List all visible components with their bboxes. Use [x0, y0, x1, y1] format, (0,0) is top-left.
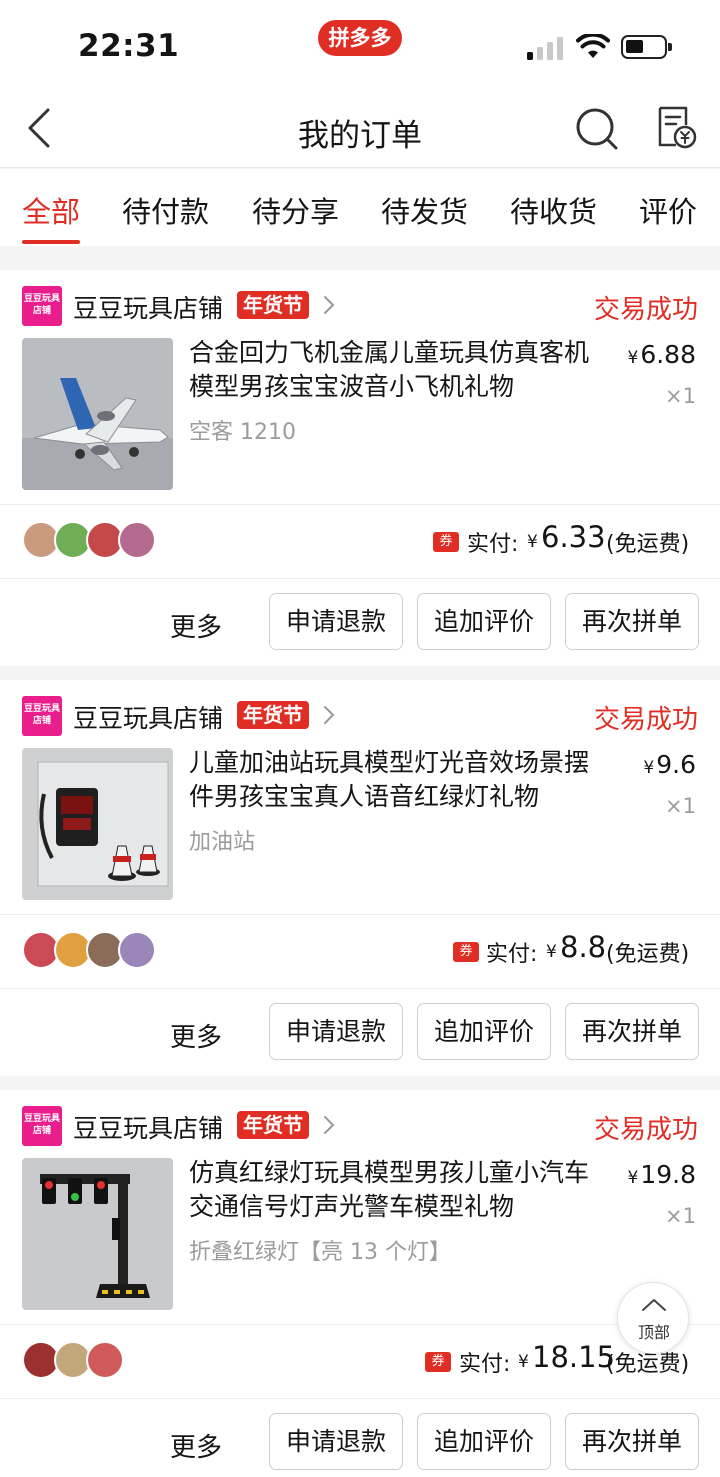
order-card[interactable]: 豆豆玩具店铺 豆豆玩具店铺 年货节 交易成功 仿真红绿灯玩具模型男孩儿童小汽车交… [0, 1090, 720, 1477]
add-review-button[interactable]: 追加评价 [417, 1003, 551, 1060]
more-button[interactable]: 更多 [170, 607, 222, 644]
divider [0, 1398, 720, 1399]
tab-pending-share[interactable]: 待分享 [252, 189, 339, 231]
request-refund-button[interactable]: 申请退款 [269, 593, 403, 650]
quantity: ×1 [665, 794, 696, 818]
avatar [118, 931, 156, 969]
product-spec: 加油站 [189, 830, 256, 855]
chevron-right-icon[interactable] [322, 1113, 336, 1137]
paid-currency: ¥ [527, 532, 538, 552]
tab-review[interactable]: 评价 [639, 189, 697, 231]
nav-bar: 我的订单 [0, 90, 720, 168]
paid-label: 实付: [486, 942, 538, 967]
order-status: 交易成功 [593, 705, 698, 735]
store-logo[interactable]: 豆豆玩具店铺 [22, 696, 62, 736]
bill-icon[interactable] [654, 105, 698, 151]
product-title[interactable]: 仿真红绿灯玩具模型男孩儿童小汽车交通信号灯声光警车模型礼物 [189, 1156, 609, 1224]
festival-badge: 年货节 [237, 701, 309, 729]
coupon-icon: 券 [425, 1352, 451, 1372]
paid-label: 实付: [459, 1352, 511, 1377]
paid-amount: 8.8 [560, 930, 607, 964]
divider [0, 988, 720, 989]
unit-price: ¥9.6 [643, 750, 696, 779]
tab-all[interactable]: 全部 [22, 189, 80, 231]
tab-pending-receipt[interactable]: 待收货 [510, 189, 597, 231]
order-status: 交易成功 [593, 295, 698, 325]
request-refund-button[interactable]: 申请退款 [269, 1413, 403, 1470]
add-review-button[interactable]: 追加评价 [417, 1413, 551, 1470]
add-review-button[interactable]: 追加评价 [417, 593, 551, 650]
festival-badge: 年货节 [237, 1111, 309, 1139]
coupon-icon: 券 [453, 942, 479, 962]
avatar [118, 521, 156, 559]
divider [0, 914, 720, 915]
reorder-button[interactable]: 再次拼单 [565, 1413, 699, 1470]
reorder-button[interactable]: 再次拼单 [565, 1003, 699, 1060]
search-icon[interactable] [574, 106, 620, 152]
chevron-up-icon [642, 1299, 666, 1311]
shipping-note: (免运费) [606, 532, 690, 557]
avatar [86, 1341, 124, 1379]
store-logo[interactable]: 豆豆玩具店铺 [22, 286, 62, 326]
more-button[interactable]: 更多 [170, 1427, 222, 1464]
store-name[interactable]: 豆豆玩具店铺 [73, 699, 223, 735]
status-time: 22:31 [78, 28, 180, 64]
order-card[interactable]: 豆豆玩具店铺 豆豆玩具店铺 年货节 交易成功 合金回力飞机金属儿童玩具仿真客机模… [0, 270, 720, 666]
store-logo[interactable]: 豆豆玩具店铺 [22, 1106, 62, 1146]
chevron-right-icon[interactable] [322, 703, 336, 727]
reorder-button[interactable]: 再次拼单 [565, 593, 699, 650]
coupon-icon: 券 [433, 532, 459, 552]
back-to-top-button[interactable]: 顶部 [617, 1282, 689, 1354]
wifi-icon [576, 34, 610, 58]
quantity: ×1 [665, 384, 696, 408]
signal-icon [527, 36, 563, 60]
request-refund-button[interactable]: 申请退款 [269, 1003, 403, 1060]
quantity: ×1 [665, 1204, 696, 1228]
chevron-right-icon[interactable] [322, 293, 336, 317]
tab-pending-payment[interactable]: 待付款 [122, 189, 209, 231]
status-bar: 22:31 拼多多 [0, 0, 720, 90]
divider [0, 578, 720, 579]
tab-active-indicator [22, 240, 80, 244]
order-status: 交易成功 [593, 1115, 698, 1145]
paid-currency: ¥ [518, 1352, 529, 1372]
paid-amount: 6.33 [541, 520, 606, 554]
order-card[interactable]: 豆豆玩具店铺 豆豆玩具店铺 年货节 交易成功 儿童加油站玩具模型灯光音效场景摆件… [0, 680, 720, 1076]
product-image-gas-station[interactable] [22, 748, 173, 900]
paid-label: 实付: [467, 532, 519, 557]
shipping-note: (免运费) [606, 942, 690, 967]
paid-amount: 18.15 [532, 1340, 616, 1374]
product-title[interactable]: 合金回力飞机金属儿童玩具仿真客机模型男孩宝宝波音小飞机礼物 [189, 336, 609, 404]
festival-badge: 年货节 [237, 291, 309, 319]
divider [0, 504, 720, 505]
order-tabs: 全部 待付款 待分享 待发货 待收货 评价 [0, 169, 720, 246]
product-title[interactable]: 儿童加油站玩具模型灯光音效场景摆件男孩宝宝真人语音红绿灯礼物 [189, 746, 609, 814]
app-badge: 拼多多 [318, 20, 402, 56]
unit-price: ¥19.8 [627, 1160, 697, 1189]
product-image-airplane[interactable] [22, 338, 173, 490]
product-image-traffic-light[interactable] [22, 1158, 173, 1310]
product-spec: 空客 1210 [189, 420, 296, 445]
divider [0, 1324, 720, 1325]
product-spec: 折叠红绿灯【亮 13 个灯】 [189, 1240, 451, 1265]
more-button[interactable]: 更多 [170, 1017, 222, 1054]
paid-currency: ¥ [546, 942, 557, 962]
battery-icon [621, 35, 672, 59]
store-name[interactable]: 豆豆玩具店铺 [73, 289, 223, 325]
tab-pending-shipment[interactable]: 待发货 [381, 189, 468, 231]
store-name[interactable]: 豆豆玩具店铺 [73, 1109, 223, 1145]
unit-price: ¥6.88 [627, 340, 697, 369]
back-to-top-label: 顶部 [637, 1323, 670, 1342]
